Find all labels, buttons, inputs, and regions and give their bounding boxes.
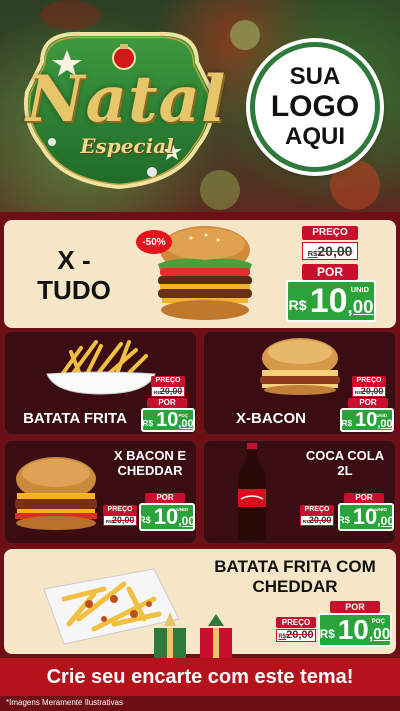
banner-text: Crie seu encarte com este tema! <box>46 665 354 688</box>
preco-label: PREÇO <box>352 376 386 386</box>
logo-placeholder[interactable]: SUA LOGO AQUI <box>250 42 380 172</box>
product-card-batata-frita[interactable]: BATATA FRITA PREÇO R$20,00 POR R$ 10 ,00… <box>4 331 197 435</box>
discount-badge: -50% <box>136 230 172 254</box>
por-label: POR <box>344 493 384 503</box>
price-currency: R$ <box>319 627 335 641</box>
preco-label: PREÇO <box>103 505 137 515</box>
price-currency: R$ <box>341 418 353 428</box>
call-to-action-banner[interactable]: Crie seu encarte com este tema! <box>0 658 400 696</box>
price-integer: 10 <box>309 282 348 320</box>
old-price: R$20,00 <box>352 386 386 397</box>
burger-icon <box>260 338 340 395</box>
price-decimal: ,00 <box>377 513 395 528</box>
product-name: X-BACON <box>236 410 306 427</box>
featured-product-card[interactable]: X - TUDO PREÇO R$20,00 POR R$ 10 ,00 UNI… <box>4 220 396 328</box>
product-name: BATATA FRITA COM CHEDDAR <box>200 557 390 596</box>
product-name: COCA COLA 2L <box>300 448 390 479</box>
price-unit: UNID <box>176 508 188 513</box>
product-name: BATATA FRITA <box>23 410 127 427</box>
product-name-line2: TUDO <box>37 274 111 305</box>
product-name-line1: X BACON E <box>113 448 187 463</box>
price-currency: R$ <box>288 298 307 315</box>
old-currency: R$ <box>307 249 318 258</box>
logo-text-line2: LOGO <box>270 90 360 123</box>
por-label: POR <box>302 264 358 280</box>
old-price-value: 20,00 <box>308 515 332 525</box>
sale-price: R$ 10 ,00 UNID <box>340 408 394 432</box>
sale-price: R$ 10 ,00 POÇ <box>141 408 195 432</box>
emblem-title: Natal <box>26 62 227 137</box>
price-integer: 10 <box>337 614 369 645</box>
preco-label: PREÇO <box>302 226 358 240</box>
natal-especial-emblem: Natal Especial <box>12 22 227 194</box>
price-unit: UNID <box>376 413 387 418</box>
sale-price: R$ 10 ,00 POÇ <box>318 613 392 647</box>
sale-price: R$ 10 ,00 UNID <box>286 280 376 322</box>
product-name-line1: COCA COLA <box>305 448 385 463</box>
old-price: R$20,00 <box>276 629 316 642</box>
product-card-coca-cola[interactable]: COCA COLA 2L PREÇO R$20,00 POR R$ 10 ,00… <box>203 440 396 544</box>
old-currency: R$ <box>278 634 287 640</box>
product-name: X - TUDO <box>24 245 124 306</box>
gift-icon <box>154 612 186 658</box>
old-price: R$20,00 <box>103 515 137 526</box>
product-name-line2: CHEDDAR <box>252 576 338 596</box>
price-decimal: ,00 <box>347 296 374 318</box>
preco-label: PREÇO <box>300 505 334 515</box>
price-unit: POÇ <box>371 618 385 625</box>
product-card-x-bacon[interactable]: X-BACON PREÇO R$20,00 POR R$ 10 ,00 UNID <box>203 331 396 435</box>
sale-price: R$ 10 ,00 UNID <box>139 503 195 531</box>
logo-text-line1: SUA <box>289 63 341 90</box>
price-integer: 10 <box>153 504 179 529</box>
por-label: POR <box>145 493 185 503</box>
price-unit: UNID <box>350 285 369 294</box>
preco-label: PREÇO <box>276 617 316 628</box>
price-integer: 10 <box>355 409 378 431</box>
product-name-line1: BATATA FRITA COM <box>214 557 376 576</box>
price-unit: POÇ <box>178 413 188 418</box>
por-label: POR <box>348 398 388 408</box>
logo-text-line3: AQUI <box>285 123 345 150</box>
bokeh-light <box>230 20 260 50</box>
price-integer: 10 <box>352 504 378 529</box>
price-decimal: ,00 <box>368 625 391 643</box>
por-label: POR <box>330 601 380 613</box>
por-label: POR <box>147 398 187 408</box>
price-decimal: ,00 <box>178 417 194 430</box>
emblem-subtitle: Especial <box>80 134 174 158</box>
price-decimal: ,00 <box>377 417 393 430</box>
old-price-value: 20,00 <box>111 515 135 525</box>
disclaimer-text: *Imagens Meramente Ilustrativas <box>6 698 123 707</box>
price-integer: 10 <box>156 409 179 431</box>
hero-header: Natal Especial SUA LOGO AQUI <box>0 0 400 212</box>
product-card-x-bacon-cheddar[interactable]: X BACON E CHEDDAR PREÇO R$20,00 POR R$ 1… <box>4 440 197 544</box>
soda-bottle-icon <box>238 443 266 541</box>
price-currency: R$ <box>138 515 151 526</box>
product-name-line2: 2L <box>337 462 353 478</box>
fries-icon <box>46 340 156 395</box>
price-currency: R$ <box>337 515 350 526</box>
old-price: R$20,00 <box>300 515 334 526</box>
price-currency: R$ <box>142 418 154 428</box>
old-price-value: 20,00 <box>159 386 183 396</box>
old-price-value: 20,00 <box>360 386 384 396</box>
product-name-line2: CHEDDAR <box>117 462 183 478</box>
preco-label: PREÇO <box>151 376 185 386</box>
old-price-value: 20,00 <box>317 243 353 259</box>
price-decimal: ,00 <box>178 513 196 528</box>
price-unit: UNID <box>375 508 387 513</box>
old-price: R$20,00 <box>302 242 358 260</box>
old-price: R$20,00 <box>151 386 185 397</box>
product-name: X BACON E CHEDDAR <box>105 448 195 479</box>
sale-price: R$ 10 ,00 UNID <box>338 503 394 531</box>
burger-icon <box>15 457 97 530</box>
product-name-line1: X - <box>57 245 91 275</box>
gift-icon <box>200 614 232 658</box>
old-price-value: 20,00 <box>286 629 314 641</box>
